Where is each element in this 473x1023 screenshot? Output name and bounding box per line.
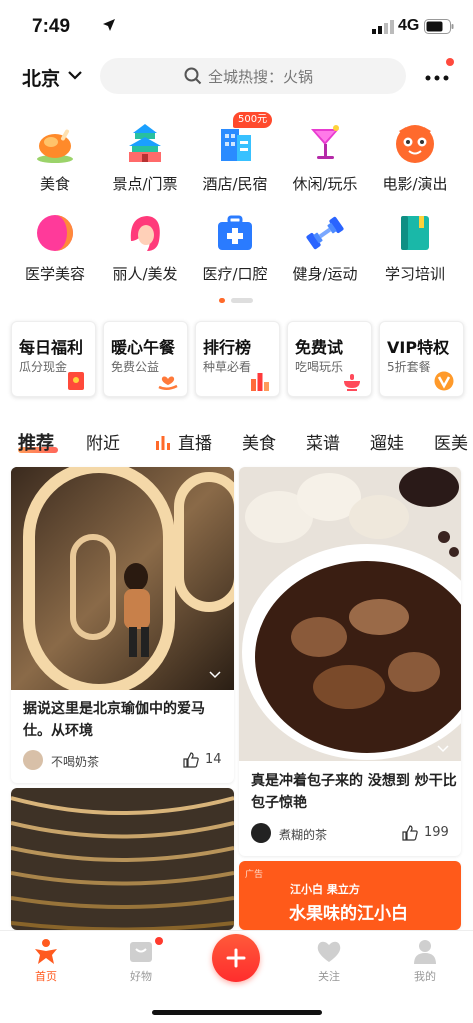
promo-vip[interactable]: VIP特权 5折套餐 (379, 321, 464, 397)
heart-icon (317, 941, 341, 962)
live-bars-icon (156, 436, 170, 450)
tab-food[interactable]: 美食 (242, 429, 276, 454)
building-interior-photo (11, 788, 234, 930)
ad-label: 广告 (245, 870, 264, 880)
top-header: 北京 全城热搜：火锅 (0, 52, 473, 102)
bar-rank-icon (251, 373, 269, 391)
promo-daily-welfare[interactable]: 每日福利 瓜分现金 (11, 321, 96, 397)
search-placeholder: 全城热搜：火锅 (208, 68, 314, 86)
like-count: 14 (205, 752, 222, 767)
nav-goods[interactable]: 好物 (111, 937, 171, 984)
cat-mask-icon (396, 125, 434, 163)
like-count: 199 (424, 825, 449, 840)
yoga-studio-photo (11, 467, 234, 690)
bottom-nav: 首页 好物 关注 我的 (0, 930, 473, 1023)
tab-live[interactable]: 直播 (178, 429, 212, 454)
signal-icon (372, 20, 394, 34)
card-author[interactable]: 煮糊的茶 (279, 826, 327, 843)
red-envelope-icon (68, 372, 84, 390)
feed-card[interactable] (11, 788, 234, 930)
feed-card[interactable]: 真是冲着包子来的 没想到 炒干比包子惊艳 煮糊的茶 199 (239, 467, 461, 856)
avatar[interactable] (23, 750, 43, 770)
tab-kids[interactable]: 遛娃 (370, 429, 404, 454)
ad-title: 水果味的江小白 (289, 904, 408, 924)
status-time: 7:49 (32, 16, 71, 37)
feed-tabs: 推荐 附近 直播 美食 菜谱 遛娃 医美 (0, 423, 473, 459)
avatar[interactable] (251, 823, 271, 843)
ad-card[interactable]: 广告 江小白 果立方 水果味的江小白 (239, 861, 461, 930)
chevron-down-icon[interactable] (68, 70, 82, 80)
bag-icon (130, 942, 152, 962)
cocktail-icon (311, 125, 339, 159)
plus-icon (226, 948, 246, 968)
location-arrow-icon (103, 19, 115, 31)
profile-icon (414, 940, 436, 964)
chevron-down-icon[interactable] (437, 745, 449, 753)
battery-icon (424, 19, 454, 34)
category-movie[interactable]: 电影/演出 (368, 121, 462, 194)
tab-recipes[interactable]: 菜谱 (306, 429, 340, 454)
category-leisure[interactable]: 休闲/玩乐 (278, 121, 372, 194)
thumbs-up-icon[interactable] (183, 752, 199, 768)
home-figure-icon (35, 939, 57, 964)
search-bar[interactable]: 全城热搜：火锅 (100, 58, 406, 94)
hotel-coupon-badge: 500元 (233, 112, 273, 128)
tab-med-beauty[interactable]: 医美 (434, 429, 468, 454)
temple-icon (129, 124, 161, 162)
nav-profile[interactable]: 我的 (395, 937, 455, 984)
book-icon (401, 216, 429, 250)
heart-hand-icon (158, 376, 178, 390)
vip-badge-icon (434, 371, 454, 391)
more-icon[interactable] (424, 66, 450, 86)
home-indicator (152, 1010, 322, 1015)
roast-chicken-icon (37, 129, 73, 163)
search-icon (184, 67, 202, 85)
tab-nearby[interactable]: 附近 (86, 429, 120, 454)
feed-card[interactable]: 据说这里是北京瑜伽中的爱马仕。从环境 不喝奶茶 14 (11, 467, 234, 783)
category-dental[interactable]: 医疗/口腔 (188, 211, 282, 284)
category-fitness[interactable]: 健身/运动 (278, 211, 372, 284)
promo-ranking[interactable]: 排行榜 种草必看 (195, 321, 280, 397)
publish-button[interactable] (212, 934, 260, 982)
card-title: 真是冲着包子来的 没想到 炒干比包子惊艳 (251, 773, 457, 811)
card-author[interactable]: 不喝奶茶 (51, 753, 99, 770)
category-food[interactable]: 美食 (8, 121, 102, 194)
category-beauty-hair[interactable]: 丽人/美发 (98, 211, 192, 284)
promo-warm-lunch[interactable]: 暖心午餐 免费公益 (103, 321, 188, 397)
promo-free-trial[interactable]: 免费试 吃喝玩乐 (287, 321, 372, 397)
dumbbell-icon (306, 216, 344, 250)
notification-dot (446, 58, 454, 66)
food-photo (239, 467, 461, 761)
thumbs-up-icon[interactable] (402, 825, 418, 841)
nav-home[interactable]: 首页 (16, 937, 76, 984)
card-title: 据说这里是北京瑜伽中的爱马仕。从环境 (23, 701, 205, 739)
tab-recommend[interactable]: 推荐 (18, 429, 54, 455)
city-selector[interactable]: 北京 (22, 64, 60, 91)
chevron-down-icon[interactable] (209, 671, 221, 679)
category-medical-beauty[interactable]: 医学美容 (8, 211, 102, 284)
ad-brand: 江小白 果立方 (290, 883, 360, 896)
hair-icon (130, 216, 160, 251)
medical-kit-icon (218, 215, 252, 250)
notification-dot (155, 937, 163, 945)
beauty-face-icon (37, 215, 73, 251)
status-bar: 7:49 4G (0, 0, 473, 52)
category-learning[interactable]: 学习培训 (368, 211, 462, 284)
nav-follow[interactable]: 关注 (299, 937, 359, 984)
network-type: 4G (398, 17, 420, 34)
category-scenic[interactable]: 景点/门票 (98, 121, 192, 194)
category-hotel[interactable]: 酒店/民宿 (188, 121, 282, 194)
dish-icon (344, 374, 360, 391)
